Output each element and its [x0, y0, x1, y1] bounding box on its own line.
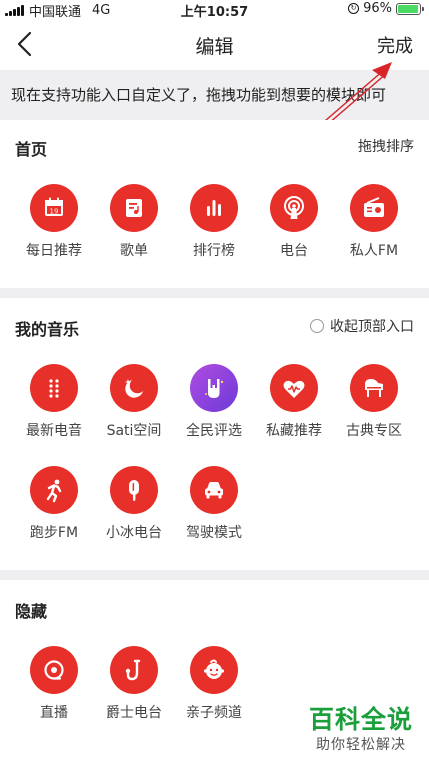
playlist-icon [110, 184, 158, 232]
watermark-sub: 助你轻松解决 [316, 737, 406, 753]
dots-grid-icon [30, 364, 78, 412]
my-music-section: 我的音乐 收起顶部入口 最新电音 Sati空间 全民评选 私藏推荐 古典专区 跑… [0, 298, 429, 570]
tile-radio[interactable]: 电台 [254, 184, 334, 260]
tile-live[interactable]: 直播 [14, 646, 94, 722]
tile-label: 古典专区 [346, 423, 402, 439]
tile-label: 最新电音 [26, 423, 82, 439]
tile-playlist[interactable]: 歌单 [94, 184, 174, 260]
page-title: 编辑 [195, 36, 234, 58]
section-divider [0, 288, 429, 298]
tile-label: 亲子频道 [186, 705, 242, 721]
my-music-section-title: 我的音乐 [15, 320, 80, 339]
battery-fill [398, 4, 419, 13]
battery-icon [396, 2, 424, 15]
collapse-top-label: 收起顶部入口 [330, 319, 414, 335]
saxophone-icon [110, 646, 158, 694]
car-icon [190, 466, 238, 514]
svg-text:19: 19 [50, 208, 59, 216]
tile-charts[interactable]: 排行榜 [174, 184, 254, 260]
tile-classical[interactable]: 古典专区 [334, 364, 414, 440]
watermark-logo: 百科全说 助你轻松解决 [300, 700, 422, 754]
radio-button-icon[interactable] [310, 319, 324, 333]
rock-hand-icon [190, 364, 238, 412]
nav-bar: 编辑 完成 [0, 18, 429, 70]
home-section: 首页 拖拽排序 19 每日推荐 歌单 排行榜 电台 私人FM [0, 120, 429, 288]
tile-label: Sati空间 [106, 423, 162, 439]
tile-public-vote[interactable]: 全民评选 [174, 364, 254, 440]
collapse-top-toggle[interactable]: 收起顶部入口 [310, 316, 414, 336]
piano-icon [350, 364, 398, 412]
calendar-icon: 19 [30, 184, 78, 232]
tile-sati-space[interactable]: Sati空间 [94, 364, 174, 440]
tile-label: 排行榜 [193, 243, 235, 259]
tip-banner: 现在支持功能入口自定义了，拖拽功能到想要的模块即可 [0, 70, 429, 120]
tile-label: 爵士电台 [106, 705, 162, 721]
drag-sort-label: 拖拽排序 [358, 139, 414, 155]
moon-star-icon [110, 364, 158, 412]
tile-label: 电台 [280, 243, 308, 259]
tile-private-picks[interactable]: 私藏推荐 [254, 364, 334, 440]
tile-daily-recommend[interactable]: 19 每日推荐 [14, 184, 94, 260]
running-icon [30, 466, 78, 514]
tile-label: 私人FM [349, 243, 399, 259]
status-right: ↻ 96% [348, 1, 424, 16]
section-divider [0, 570, 429, 580]
tile-label: 驾驶模式 [186, 525, 242, 541]
tile-latest-edm[interactable]: 最新电音 [14, 364, 94, 440]
home-section-title: 首页 [15, 140, 48, 159]
tile-jazz-radio[interactable]: 爵士电台 [94, 646, 174, 722]
tile-driving-mode[interactable]: 驾驶模式 [174, 466, 254, 542]
hidden-section-title: 隐藏 [15, 602, 48, 621]
radio-fm-icon [350, 184, 398, 232]
done-button[interactable]: 完成 [377, 32, 413, 58]
tile-label: 每日推荐 [26, 243, 82, 259]
radio-broadcast-icon [270, 184, 318, 232]
tile-label: 小冰电台 [106, 525, 162, 541]
tile-label: 全民评选 [186, 423, 242, 439]
tile-running-fm[interactable]: 跑步FM [14, 466, 94, 542]
popsicle-icon [110, 466, 158, 514]
tile-parent-child[interactable]: 亲子频道 [174, 646, 254, 722]
live-icon [30, 646, 78, 694]
tile-label: 歌单 [120, 243, 148, 259]
tile-label: 私藏推荐 [266, 423, 322, 439]
tile-xiaobing-radio[interactable]: 小冰电台 [94, 466, 174, 542]
baby-face-icon [190, 646, 238, 694]
watermark-main: 百科全说 [308, 705, 413, 734]
battery-percent: 96% [363, 1, 392, 16]
chart-bars-icon [190, 184, 238, 232]
tile-label: 跑步FM [29, 525, 79, 541]
rotation-lock-icon: ↻ [348, 3, 360, 14]
status-bar: 中国联通 4G 上午10:57 ↻ 96% [0, 0, 429, 20]
heart-wave-icon [270, 364, 318, 412]
tile-personal-fm[interactable]: 私人FM [334, 184, 414, 260]
tile-label: 直播 [40, 705, 68, 721]
